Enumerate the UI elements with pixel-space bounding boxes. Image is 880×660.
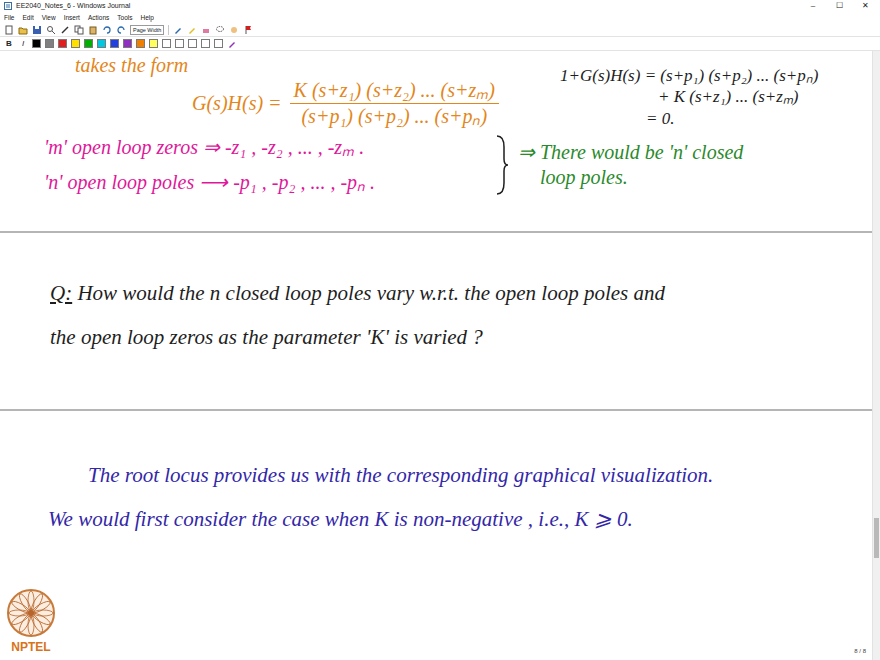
maximize-button[interactable]: ☐ (828, 0, 850, 12)
page-indicator: 8 / 8 (854, 647, 866, 656)
italic-button[interactable]: I (18, 39, 28, 49)
page-divider (0, 231, 872, 233)
poles-line: 'n' open loop poles ⟶ -p₁ , -p₂ , ... , … (44, 170, 494, 195)
equation-line: + K (s+z₁) ... (s+zₘ) (560, 86, 818, 107)
new-icon[interactable] (4, 25, 14, 35)
menu-item[interactable]: View (42, 12, 56, 23)
journal-window: EE2040_Notes_6 - Windows Journal–☐✕FileE… (0, 0, 880, 660)
find-icon[interactable] (46, 25, 56, 35)
undo-icon[interactable] (102, 25, 112, 35)
transfer-row: takes the form G(s)H(s) = K (s+z₁) (s+z₂) … (0, 53, 872, 129)
toolbar-separator (168, 25, 169, 35)
color-swatch[interactable] (214, 39, 223, 48)
color-swatch[interactable] (97, 39, 106, 48)
flag-icon[interactable] (243, 25, 253, 35)
brace-icon (494, 133, 510, 197)
answer-line: The root locus provides us with the corr… (88, 453, 872, 497)
open-icon[interactable] (18, 25, 28, 35)
toolbar: Page Width (0, 23, 880, 37)
equation-section: takes the form G(s)H(s) = K (s+z₁) (s+z₂) … (0, 51, 872, 231)
menu-item[interactable]: File (4, 12, 14, 23)
color-swatch[interactable] (162, 39, 171, 48)
journal-icon (4, 2, 12, 10)
hand-icon[interactable] (229, 25, 239, 35)
pen-color-icon (227, 39, 237, 49)
color-swatch[interactable] (58, 39, 67, 48)
fraction: K (s+z₁) (s+z₂) ... (s+zₘ)(s+p₁) (s+p₂) … (290, 78, 499, 129)
logo-text: NPTEL (11, 638, 50, 656)
poles-zeros-row: 'm' open loop zeros ⇒ -z₁ , -z₂ , ... , … (0, 133, 872, 197)
answer-section: The root locus provides us with the corr… (0, 411, 872, 541)
zeros-line: 'm' open loop zeros ⇒ -z₁ , -z₂ , ... , … (44, 135, 494, 160)
note-page: takes the form G(s)H(s) = K (s+z₁) (s+z₂) … (0, 51, 872, 660)
paste-icon[interactable] (88, 25, 98, 35)
color-swatch[interactable] (32, 39, 41, 48)
conclusion-line: ⇒ There would be 'n' closed (518, 140, 743, 165)
minimize-button[interactable]: – (802, 0, 824, 12)
color-swatch[interactable] (136, 39, 145, 48)
equation-line: = 0. (560, 108, 818, 129)
scroll-thumb[interactable] (874, 518, 879, 558)
format-bar: BI (0, 37, 880, 51)
page-area: takes the form G(s)H(s) = K (s+z₁) (s+z₂) … (0, 51, 880, 660)
lasso-icon[interactable] (215, 25, 225, 35)
nptel-logo-icon (6, 588, 56, 638)
menu-item[interactable]: Edit (22, 12, 33, 23)
eraser-icon[interactable] (201, 25, 211, 35)
page-footer: NPTEL 8 / 8 (0, 580, 872, 660)
bold-button[interactable]: B (4, 39, 14, 49)
pen-tool-icon[interactable] (173, 25, 183, 35)
nptel-logo: NPTEL (6, 588, 56, 656)
question-text: How would the n closed loop poles vary w… (77, 281, 665, 305)
open-loop-list: 'm' open loop zeros ⇒ -z₁ , -z₂ , ... , … (44, 135, 494, 195)
scrollbar[interactable] (872, 51, 880, 660)
copy-icon[interactable] (74, 25, 84, 35)
menu-item[interactable]: Actions (88, 12, 109, 23)
transfer-lhs: G(s)H(s) = (192, 91, 282, 116)
menu-item[interactable]: Insert (64, 12, 80, 23)
numerator: K (s+z₁) (s+z₂) ... (s+zₘ) (290, 78, 499, 104)
pen-icon[interactable] (60, 25, 70, 35)
window-title: EE2040_Notes_6 - Windows Journal (16, 0, 798, 12)
color-swatch[interactable] (110, 39, 119, 48)
color-swatch[interactable] (45, 39, 54, 48)
menu-bar: File Edit View Insert Actions Tools Help (0, 12, 880, 23)
page-divider (0, 409, 872, 411)
question-section: Q: How would the n closed loop poles var… (0, 233, 872, 409)
color-swatch[interactable] (123, 39, 132, 48)
close-button[interactable]: ✕ (854, 0, 876, 12)
color-swatch[interactable] (84, 39, 93, 48)
save-icon[interactable] (32, 25, 42, 35)
question-line: Q: How would the n closed loop poles var… (50, 271, 872, 315)
color-swatch[interactable] (175, 39, 184, 48)
equation-line: 1+G(s)H(s) = (s+p₁) (s+p₂) ... (s+pₙ) (560, 65, 818, 86)
menu-item[interactable]: Help (140, 12, 153, 23)
conclusion-line: loop poles. (518, 165, 743, 190)
question-line: the open loop zeros as the parameter 'K'… (50, 315, 872, 359)
color-swatch[interactable] (149, 39, 158, 48)
title-bar: EE2040_Notes_6 - Windows Journal–☐ ✕ (0, 0, 880, 12)
highlighter-icon[interactable] (187, 25, 197, 35)
redo-icon[interactable] (116, 25, 126, 35)
zoom-dropdown[interactable]: Page Width (130, 25, 164, 35)
question-label: Q: (50, 281, 72, 305)
menu-item[interactable]: Tools (117, 12, 132, 23)
conclusion: ⇒ There would be 'n' closedloop poles. (518, 140, 743, 190)
denominator: (s+p₁) (s+p₂) ... (s+pₙ) (297, 104, 491, 129)
color-swatch[interactable] (188, 39, 197, 48)
color-swatch[interactable] (201, 39, 210, 48)
intro-text: takes the form (0, 53, 560, 78)
color-swatch[interactable] (71, 39, 80, 48)
characteristic-equation: 1+G(s)H(s) = (s+p₁) (s+p₂) ... (s+pₙ)+ K… (560, 53, 818, 129)
transfer-block: takes the form G(s)H(s) = K (s+z₁) (s+z₂) … (0, 53, 560, 129)
answer-line: We would first consider the case when K … (48, 497, 872, 541)
transfer-function: G(s)H(s) = K (s+z₁) (s+z₂) ... (s+zₘ)(s+p… (0, 78, 560, 129)
